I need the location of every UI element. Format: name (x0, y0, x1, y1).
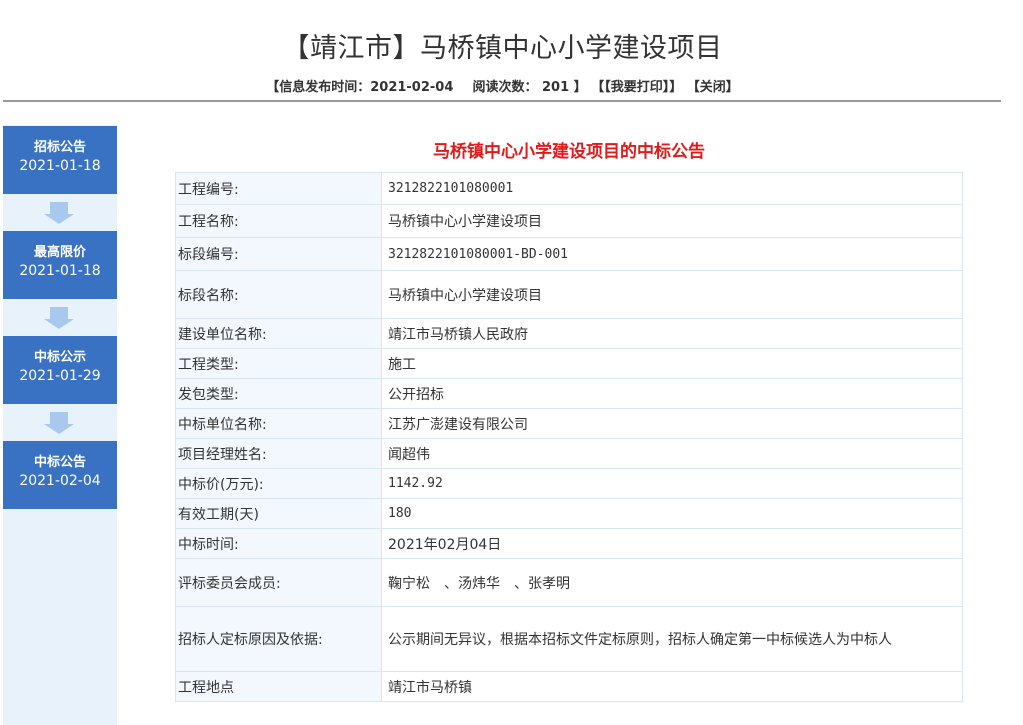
table-row: 工程名称: 马桥镇中心小学建设项目 (175, 204, 963, 238)
row-label: 工程名称: (175, 204, 382, 238)
row-value: 2021年02月04日 (381, 528, 963, 559)
step-label: 中标公告 (33, 455, 86, 470)
info-line: 【信息发布时间：2021-02-04 阅读次数： 201 】 【【我要打印】】 … (0, 76, 1005, 95)
row-label: 标段编号: (175, 237, 382, 271)
row-value: 马桥镇中心小学建设项目 (381, 270, 963, 319)
process-sidebar: 招标公告 2021-01-18 最高限价 2021-01-18 中标公示 202… (3, 125, 117, 725)
step-label: 招标公告 (33, 140, 86, 155)
step-label: 最高限价 (33, 245, 86, 260)
row-value: 180 (381, 498, 963, 529)
row-value: 闻超伟 (381, 438, 963, 469)
read-count: 201 (542, 80, 570, 95)
row-label: 工程类型: (175, 348, 382, 379)
table-row: 评标委员会成员: 鞠宁松 、汤炜华 、张孝明 (175, 558, 963, 607)
step-tender-notice[interactable]: 招标公告 2021-01-18 (3, 126, 117, 194)
row-label: 发包类型: (175, 378, 382, 409)
row-label: 评标委员会成员: (175, 558, 382, 607)
down-arrow-icon (44, 202, 74, 226)
step-date: 2021-01-18 (19, 158, 101, 174)
table-row: 中标单位名称: 江苏广澎建设有限公司 (175, 408, 963, 439)
table-row: 有效工期(天) 180 (175, 498, 963, 529)
row-label: 项目经理姓名: (175, 438, 382, 469)
table-row: 工程编号: 3212822101080001 (175, 172, 963, 205)
publish-date: 2021-02-04 (370, 80, 454, 95)
row-value: 公示期间无异议，根据本招标文件定标原则，招标人确定第一中标候选人为中标人 (381, 606, 963, 672)
notice-title: 马桥镇中心小学建设项目的中标公告 (433, 142, 705, 162)
table-row: 中标时间: 2021年02月04日 (175, 528, 963, 559)
step-award-publicity[interactable]: 中标公示 2021-01-29 (3, 336, 117, 404)
row-value: 靖江市马桥镇 (381, 671, 963, 702)
row-value: 江苏广澎建设有限公司 (381, 408, 963, 439)
row-value: 施工 (381, 348, 963, 379)
row-label: 建设单位名称: (175, 318, 382, 349)
row-label: 中标价(万元): (175, 468, 382, 499)
row-value: 公开招标 (381, 378, 963, 409)
row-label: 中标时间: (175, 528, 382, 559)
print-link[interactable]: 【【我要打印】】 (591, 80, 682, 95)
row-value: 3212822101080001-BD-001 (381, 237, 963, 271)
table-row: 建设单位名称: 靖江市马桥镇人民政府 (175, 318, 963, 349)
down-arrow-icon (44, 307, 74, 331)
read-count-label: 阅读次数： (472, 80, 538, 95)
publish-label: 【信息发布时间： (266, 80, 371, 95)
row-value: 1142.92 (381, 468, 963, 499)
row-label: 工程地点 (175, 671, 382, 702)
header-divider (3, 100, 1001, 102)
step-price-cap[interactable]: 最高限价 2021-01-18 (3, 231, 117, 299)
award-details-table: 工程编号: 3212822101080001 工程名称: 马桥镇中心小学建设项目 标… (175, 172, 963, 702)
row-value: 3212822101080001 (381, 172, 963, 205)
page-title: 【靖江市】马桥镇中心小学建设项目 (282, 33, 723, 64)
row-value: 靖江市马桥镇人民政府 (381, 318, 963, 349)
read-count-close: 】 (573, 80, 587, 95)
close-link[interactable]: 【关闭】 (687, 80, 739, 95)
row-label: 招标人定标原因及依据: (175, 606, 382, 672)
step-date: 2021-01-18 (19, 263, 101, 279)
row-label: 工程编号: (175, 172, 382, 205)
table-row: 标段编号: 3212822101080001-BD-001 (175, 237, 963, 271)
table-row: 工程地点 靖江市马桥镇 (175, 671, 963, 702)
table-row: 中标价(万元): 1142.92 (175, 468, 963, 499)
step-label: 中标公示 (33, 350, 86, 365)
table-row: 招标人定标原因及依据: 公示期间无异议，根据本招标文件定标原则，招标人确定第一中标… (175, 606, 963, 672)
table-row: 发包类型: 公开招标 (175, 378, 963, 409)
row-label: 中标单位名称: (175, 408, 382, 439)
down-arrow-icon (44, 412, 74, 436)
table-row: 项目经理姓名: 闻超伟 (175, 438, 963, 469)
row-value: 鞠宁松 、汤炜华 、张孝明 (381, 558, 963, 607)
row-label: 有效工期(天) (175, 498, 382, 529)
step-date: 2021-02-04 (19, 473, 101, 489)
step-award-notice[interactable]: 中标公告 2021-02-04 (3, 441, 117, 509)
row-label: 标段名称: (175, 270, 382, 319)
step-date: 2021-01-29 (19, 368, 101, 384)
table-row: 标段名称: 马桥镇中心小学建设项目 (175, 270, 963, 319)
table-row: 工程类型: 施工 (175, 348, 963, 379)
row-value: 马桥镇中心小学建设项目 (381, 204, 963, 238)
